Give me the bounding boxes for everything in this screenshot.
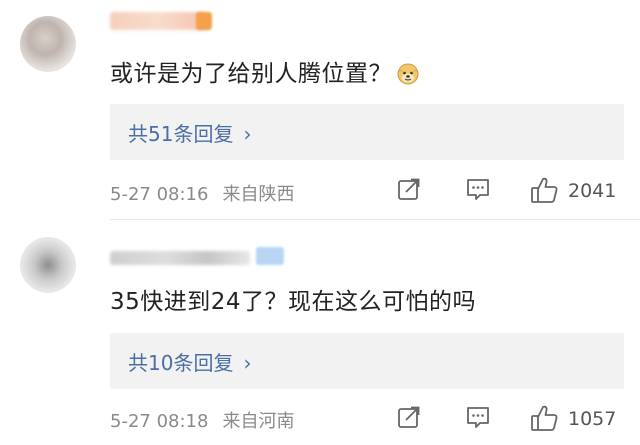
comment-icon[interactable] <box>465 176 491 202</box>
username-blurred[interactable] <box>110 12 206 30</box>
comment-item: 35快进到24了？现在这么可怕的吗 共10条回复 › 5-27 08:18 来自河南… <box>0 221 640 445</box>
like-count: 1057 <box>568 408 617 430</box>
doge-icon <box>396 61 420 85</box>
timestamp: 5-27 08:18 <box>110 411 209 432</box>
like-count: 2041 <box>568 180 617 202</box>
avatar[interactable] <box>20 237 76 293</box>
reply-box[interactable]: 共51条回复 › <box>110 104 624 160</box>
location: 来自陕西 <box>222 184 295 205</box>
thumbs-up-icon[interactable] <box>530 176 560 204</box>
location: 来自河南 <box>222 411 295 432</box>
view-replies-link[interactable]: 共51条回复 › <box>128 118 251 147</box>
avatar[interactable] <box>20 16 76 72</box>
view-replies-link[interactable]: 共10条回复 › <box>128 347 251 376</box>
thumbs-up-icon[interactable] <box>530 404 560 432</box>
comment-text: 35快进到24了？现在这么可怕的吗 <box>110 289 477 315</box>
username-blurred[interactable] <box>110 251 250 265</box>
chevron-right-icon: › <box>243 351 252 375</box>
comment-item: 或许是为了给别人腾位置？ 共51条回复 › 5-27 08:16 来自陕西 20… <box>0 0 640 218</box>
chevron-right-icon: › <box>243 122 252 146</box>
badge-icon <box>196 12 212 30</box>
share-icon[interactable] <box>396 176 422 202</box>
comment-meta: 5-27 08:16 来自陕西 <box>110 180 308 206</box>
timestamp: 5-27 08:16 <box>110 184 209 205</box>
divider <box>110 219 640 220</box>
comment-text: 或许是为了给别人腾位置？ <box>110 54 420 88</box>
reply-box[interactable]: 共10条回复 › <box>110 333 624 389</box>
comment-icon[interactable] <box>465 404 491 430</box>
badge-icon <box>256 247 284 265</box>
share-icon[interactable] <box>396 404 422 430</box>
comment-meta: 5-27 08:18 来自河南 <box>110 407 308 433</box>
